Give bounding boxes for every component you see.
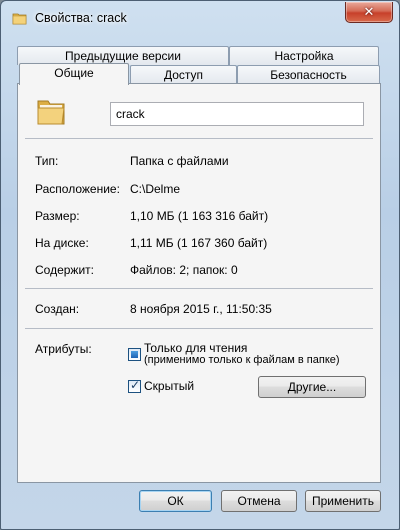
divider bbox=[25, 328, 373, 329]
checkbox-indeterminate-fill bbox=[131, 351, 138, 358]
contains-label: Содержит: bbox=[35, 263, 94, 277]
other-attributes-button[interactable]: Другие... bbox=[258, 376, 366, 398]
folder-icon bbox=[36, 96, 68, 128]
divider bbox=[25, 138, 373, 139]
location-label: Расположение: bbox=[35, 182, 120, 196]
properties-window: Свойства: crack ✕ Предыдущие версии Наст… bbox=[0, 0, 400, 530]
tab-label: Предыдущие версии bbox=[65, 49, 181, 63]
location-value: C:\Delme bbox=[130, 182, 181, 196]
close-button[interactable]: ✕ bbox=[345, 2, 393, 23]
hidden-label: Скрытый bbox=[144, 379, 195, 393]
hidden-checkbox[interactable]: ✓ bbox=[128, 378, 141, 393]
checkmark-icon: ✓ bbox=[130, 378, 141, 392]
type-value: Папка с файлами bbox=[130, 154, 229, 168]
attributes-label: Атрибуты: bbox=[35, 342, 92, 356]
title-folder-icon bbox=[12, 10, 28, 26]
readonly-note: (применимо только к файлам в папке) bbox=[144, 354, 340, 366]
close-icon: ✕ bbox=[363, 4, 375, 19]
tab-general[interactable]: Общие bbox=[19, 63, 129, 85]
contains-value: Файлов: 2; папок: 0 bbox=[130, 263, 238, 277]
divider bbox=[25, 288, 373, 289]
created-label: Создан: bbox=[35, 302, 80, 316]
tab-label: Настройка bbox=[274, 49, 334, 63]
general-tab-panel: crack Тип: Папка с файлами Расположение:… bbox=[17, 83, 381, 483]
tab-label: Общие bbox=[54, 66, 94, 80]
tab-customize[interactable]: Настройка bbox=[229, 46, 379, 65]
ok-button[interactable]: ОК bbox=[139, 490, 212, 512]
size-label: Размер: bbox=[35, 209, 80, 223]
folder-name-input[interactable]: crack bbox=[110, 102, 364, 126]
size-on-disk-value: 1,11 МБ (1 167 360 байт) bbox=[130, 236, 268, 250]
tab-sharing[interactable]: Доступ bbox=[130, 65, 237, 84]
window-title: Свойства: crack bbox=[35, 11, 127, 25]
type-label: Тип: bbox=[35, 154, 59, 168]
created-value: 8 ноября 2015 г., 11:50:35 bbox=[130, 302, 272, 316]
tab-security[interactable]: Безопасность bbox=[237, 65, 380, 84]
apply-button[interactable]: Применить bbox=[305, 490, 381, 512]
size-on-disk-label: На диске: bbox=[35, 236, 89, 250]
cancel-button[interactable]: Отмена bbox=[221, 490, 297, 512]
size-value: 1,10 МБ (1 163 316 байт) bbox=[130, 209, 269, 223]
readonly-checkbox[interactable] bbox=[128, 348, 141, 361]
tab-label: Безопасность bbox=[270, 68, 347, 82]
readonly-label: Только для чтения bbox=[144, 341, 248, 355]
tab-label: Доступ bbox=[163, 68, 204, 82]
title-bar[interactable]: Свойства: crack ✕ bbox=[1, 1, 399, 35]
